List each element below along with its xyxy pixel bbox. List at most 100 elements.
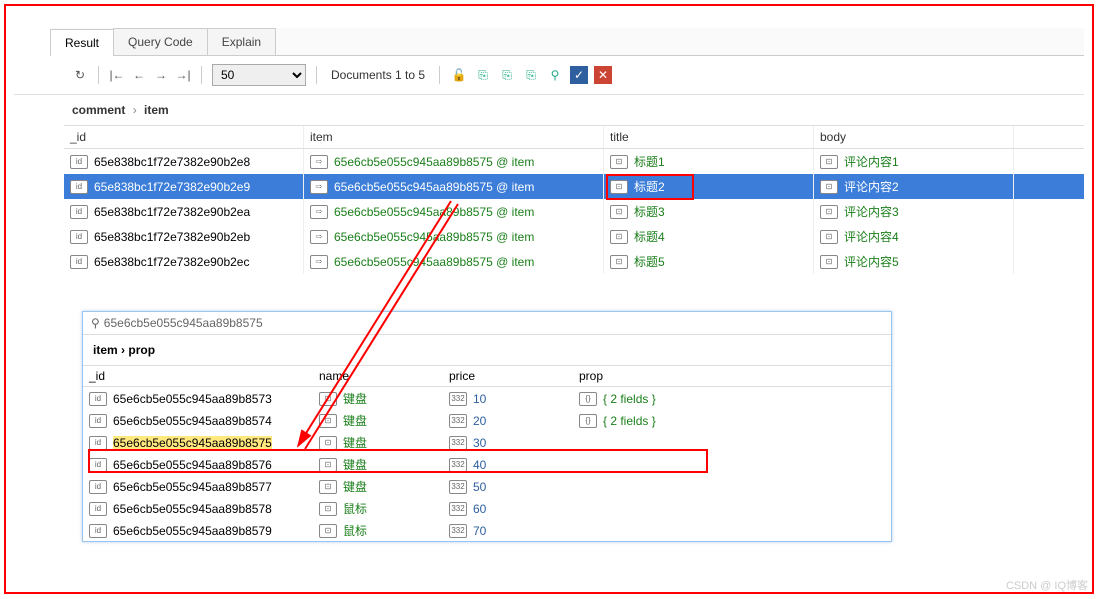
col-item[interactable]: item	[304, 126, 604, 148]
str-type-icon: ⊡	[610, 180, 628, 194]
cell-item: 65e6cb5e055c945aa89b8575 @ item	[334, 205, 534, 219]
col-name[interactable]: name	[313, 366, 443, 386]
table-row[interactable]: id65e838bc1f72e7382e90b2eb ⇨65e6cb5e055c…	[64, 224, 1084, 249]
search-bar: ⚲ 65e6cb5e055c945aa89b8575	[83, 312, 891, 335]
cell-price: 10	[473, 392, 486, 406]
ref-type-icon: ⇨	[310, 180, 328, 194]
cell-id: 65e6cb5e055c945aa89b8575	[113, 436, 272, 450]
table-row[interactable]: id65e6cb5e055c945aa89b8574 ⊡键盘 33220 {}{…	[83, 409, 891, 431]
last-page-icon[interactable]: →|	[175, 67, 191, 83]
watermark: CSDN @ IQ博客	[1006, 577, 1088, 593]
obj-type-icon: {}	[579, 392, 597, 406]
cell-price: 20	[473, 414, 486, 428]
crumb-leaf: item	[144, 103, 169, 117]
table-row[interactable]: id65e838bc1f72e7382e90b2e8 ⇨65e6cb5e055c…	[64, 149, 1084, 174]
cell-name: 鼠标	[343, 500, 367, 517]
chevron-right-icon: ›	[133, 103, 137, 117]
col-price[interactable]: price	[443, 366, 573, 386]
crumb-root[interactable]: item	[93, 343, 118, 357]
table-row[interactable]: id65e6cb5e055c945aa89b8576 ⊡键盘 33240	[83, 453, 891, 475]
str-type-icon: ⊡	[820, 230, 838, 244]
first-page-icon[interactable]: |←	[109, 67, 125, 83]
str-type-icon: ⊡	[820, 180, 838, 194]
search-icon[interactable]: ⚲	[91, 316, 100, 330]
table-row[interactable]: id65e838bc1f72e7382e90b2e9 ⇨65e6cb5e055c…	[64, 174, 1084, 199]
table-row[interactable]: id65e6cb5e055c945aa89b8573 ⊡键盘 33210 {}{…	[83, 387, 891, 409]
cell-price: 50	[473, 480, 486, 494]
str-type-icon: ⊡	[319, 524, 337, 538]
search-text[interactable]: 65e6cb5e055c945aa89b8575	[104, 316, 263, 330]
close-button[interactable]: ✕	[594, 66, 612, 84]
obj-type-icon: {}	[579, 414, 597, 428]
cell-item: 65e6cb5e055c945aa89b8575 @ item	[334, 230, 534, 244]
col-title[interactable]: title	[604, 126, 814, 148]
cell-item: 65e6cb5e055c945aa89b8575 @ item	[334, 155, 534, 169]
table-row[interactable]: id65e6cb5e055c945aa89b8579 ⊡鼠标 33270	[83, 519, 891, 541]
toolbar: ↻ |← ← → →| 50 Documents 1 to 5 🔓 ⎘ ⎘ ⎘ …	[14, 56, 1084, 95]
table-row[interactable]: id65e6cb5e055c945aa89b8577 ⊡键盘 33250	[83, 475, 891, 497]
page-size-select[interactable]: 50	[212, 64, 306, 86]
breadcrumb: comment › item	[14, 95, 1084, 125]
prev-page-icon[interactable]: ←	[131, 67, 147, 83]
cell-name: 键盘	[343, 434, 367, 451]
str-type-icon: ⊡	[610, 205, 628, 219]
crumb-root[interactable]: comment	[72, 103, 125, 117]
col-id[interactable]: _id	[83, 366, 313, 386]
cell-title: 标题5	[634, 253, 665, 270]
str-type-icon: ⊡	[820, 205, 838, 219]
cell-id: 65e6cb5e055c945aa89b8574	[113, 414, 272, 428]
export2-icon[interactable]: ⎘	[498, 66, 516, 84]
grid-header: _id item title body	[64, 125, 1084, 149]
export-icon[interactable]: ⎘	[474, 66, 492, 84]
str-type-icon: ⊡	[319, 414, 337, 428]
divider	[439, 66, 440, 84]
id-type-icon: id	[89, 502, 107, 516]
check-button[interactable]: ✓	[570, 66, 588, 84]
cell-prop: { 2 fields }	[603, 392, 656, 406]
cell-id: 65e6cb5e055c945aa89b8578	[113, 502, 272, 516]
table-row[interactable]: id 65e6cb5e055c945aa89b8578 ⊡ 鼠标 332 60	[83, 497, 891, 519]
tab-result[interactable]: Result	[50, 29, 114, 56]
cell-id: 65e838bc1f72e7382e90b2e9	[94, 180, 250, 194]
secondary-panel: ⚲ 65e6cb5e055c945aa89b8575 item › prop _…	[82, 311, 892, 542]
cell-name: 键盘	[343, 478, 367, 495]
next-page-icon[interactable]: →	[153, 67, 169, 83]
id-type-icon: id	[70, 205, 88, 219]
ref-type-icon: ⇨	[310, 230, 328, 244]
chevron-right-icon: ›	[121, 343, 125, 357]
result-grid: _id item title body id65e838bc1f72e7382e…	[64, 125, 1084, 274]
col-prop[interactable]: prop	[573, 366, 703, 386]
str-type-icon: ⊡	[319, 392, 337, 406]
cell-price: 30	[473, 436, 486, 450]
num-type-icon: 332	[449, 502, 467, 516]
tab-query-code[interactable]: Query Code	[113, 28, 208, 55]
str-type-icon: ⊡	[319, 502, 337, 516]
breadcrumb: item › prop	[83, 335, 891, 365]
cell-name: 鼠标	[343, 522, 367, 539]
col-body[interactable]: body	[814, 126, 1014, 148]
cell-body: 评论内容1	[844, 153, 899, 170]
str-type-icon: ⊡	[610, 230, 628, 244]
cell-price: 40	[473, 458, 486, 472]
cell-id: 65e838bc1f72e7382e90b2eb	[94, 230, 250, 244]
id-type-icon: id	[70, 255, 88, 269]
export3-icon[interactable]: ⎘	[522, 66, 540, 84]
unlock-icon[interactable]: 🔓	[450, 66, 468, 84]
grid-header: _id name price prop	[83, 365, 891, 387]
crumb-leaf: prop	[128, 343, 155, 357]
col-id[interactable]: _id	[64, 126, 304, 148]
str-type-icon: ⊡	[610, 155, 628, 169]
table-row[interactable]: id65e838bc1f72e7382e90b2ec ⇨65e6cb5e055c…	[64, 249, 1084, 274]
refresh-icon[interactable]: ↻	[72, 67, 88, 83]
cell-price: 60	[473, 502, 486, 516]
cell-name: 键盘	[343, 390, 367, 407]
table-row[interactable]: id65e6cb5e055c945aa89b8575 ⊡键盘 33230	[83, 431, 891, 453]
ref-type-icon: ⇨	[310, 255, 328, 269]
find-icon[interactable]: ⚲	[546, 66, 564, 84]
num-type-icon: 332	[449, 392, 467, 406]
tab-bar: Result Query Code Explain	[50, 28, 1084, 56]
str-type-icon: ⊡	[820, 155, 838, 169]
tab-explain[interactable]: Explain	[207, 28, 276, 55]
num-type-icon: 332	[449, 436, 467, 450]
table-row[interactable]: id65e838bc1f72e7382e90b2ea ⇨65e6cb5e055c…	[64, 199, 1084, 224]
